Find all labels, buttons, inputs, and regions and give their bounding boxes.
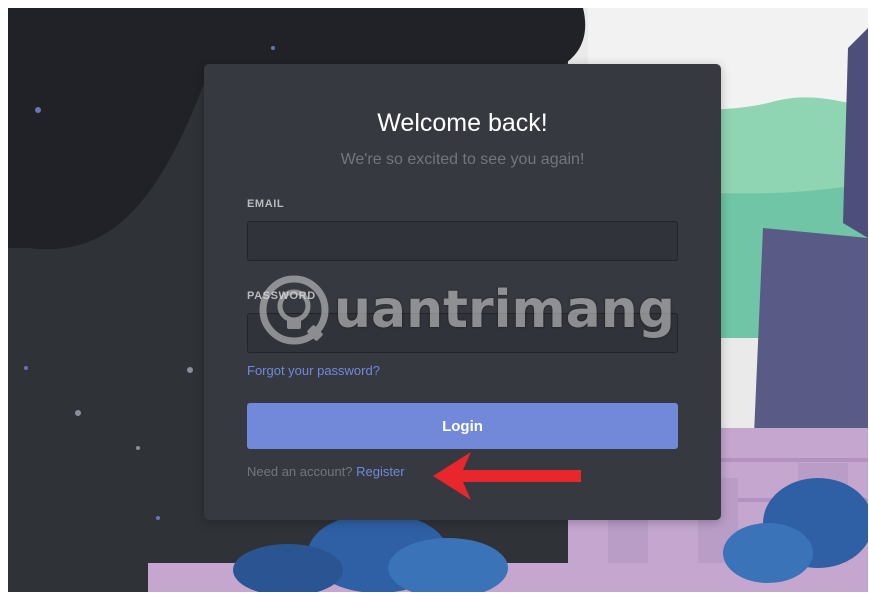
forgot-password-link[interactable]: Forgot your password? bbox=[247, 363, 380, 378]
login-button[interactable]: Login bbox=[247, 403, 678, 449]
login-screen: Welcome back! We're so excited to see yo… bbox=[8, 8, 868, 592]
need-account-text: Need an account? bbox=[247, 464, 353, 479]
password-field[interactable] bbox=[247, 313, 678, 353]
red-arrow-icon bbox=[433, 452, 581, 500]
welcome-subtitle: We're so excited to see you again! bbox=[340, 151, 585, 168]
email-label: EMAIL bbox=[247, 198, 285, 210]
email-field[interactable] bbox=[247, 221, 678, 261]
password-label: PASSWORD bbox=[247, 290, 316, 302]
register-link[interactable]: Register bbox=[356, 464, 404, 479]
welcome-title: Welcome back! bbox=[377, 109, 548, 137]
register-row: Need an account? Register bbox=[247, 464, 405, 479]
